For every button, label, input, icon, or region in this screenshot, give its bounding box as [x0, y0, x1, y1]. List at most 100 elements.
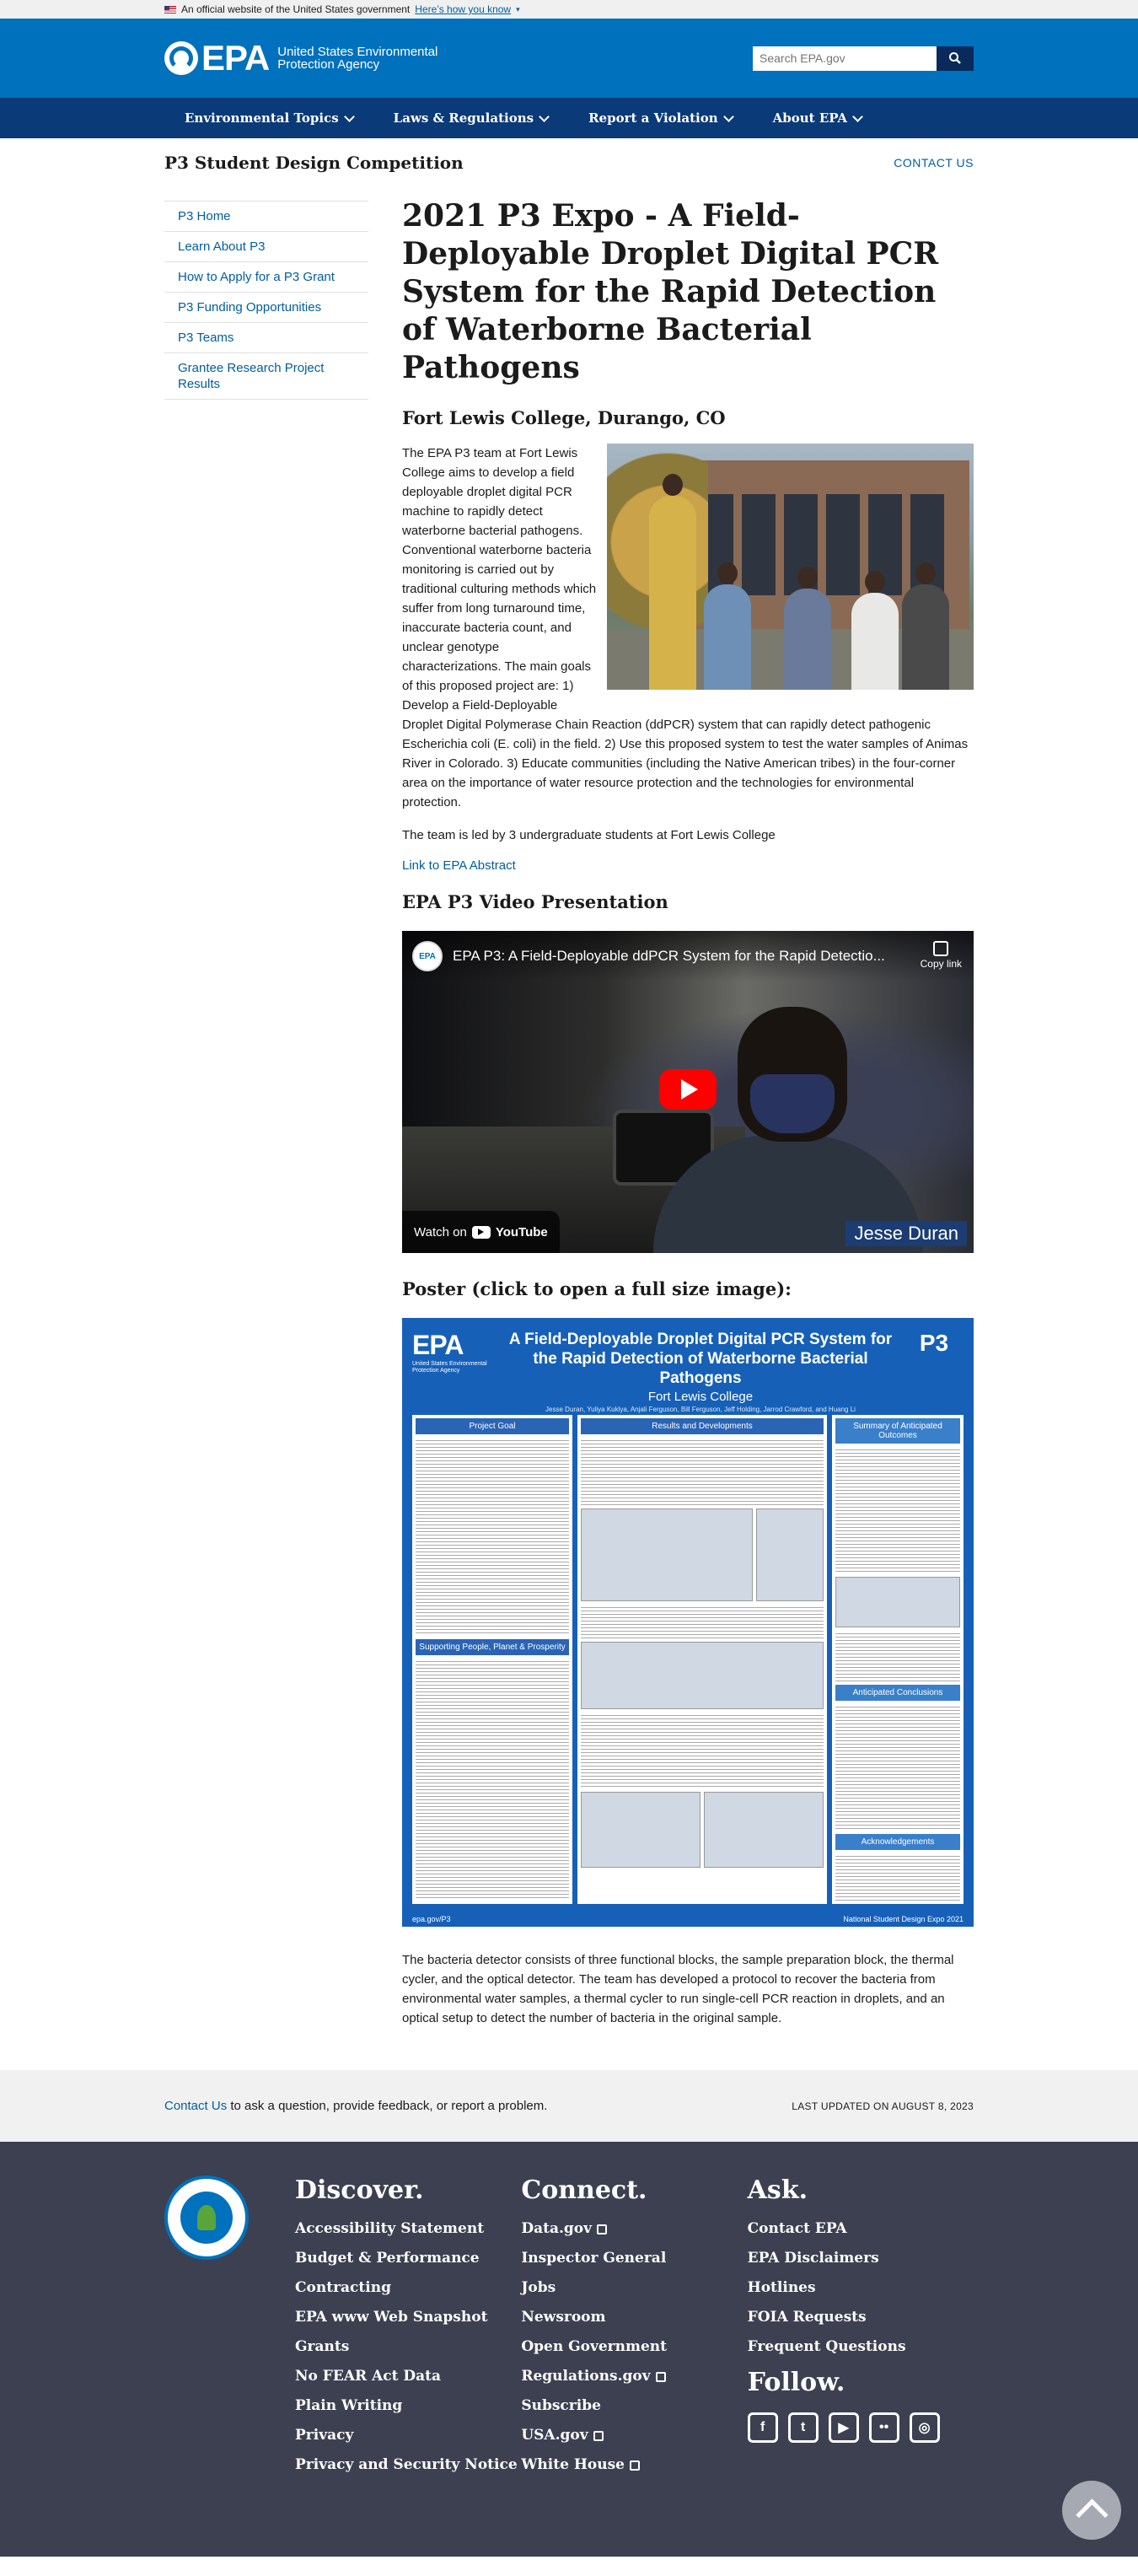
footer-heading-discover: Discover. [295, 2175, 424, 2205]
watch-on-label: Watch on [414, 1224, 467, 1240]
footer-link[interactable]: Privacy [295, 2427, 353, 2444]
nav-item-label: About EPA [772, 110, 848, 126]
poster-section-heading: Summary of Anticipated Outcomes [835, 1418, 960, 1444]
poster-p3-logo: P3 [919, 1330, 949, 1356]
facebook-icon[interactable]: f [747, 2412, 778, 2443]
nav-item-label: Laws & Regulations [393, 110, 534, 126]
external-link-icon [596, 2224, 607, 2235]
footer-link[interactable]: Grants [295, 2338, 349, 2355]
microsite-title: P3 Student Design Competition [164, 153, 464, 173]
channel-avatar[interactable]: EPA [412, 941, 443, 971]
contact-us-link[interactable]: CONTACT US [894, 156, 974, 169]
chevron-down-icon: ▾ [516, 4, 520, 13]
footer-link[interactable]: Accessibility Statement [295, 2220, 484, 2237]
youtube-icon[interactable]: ▶ [828, 2412, 859, 2443]
poster-image-link[interactable]: EPA United States Environmental Protecti… [402, 1318, 974, 1927]
footer-ask: Ask. Contact EPA EPA Disclaimers Hotline… [747, 2175, 974, 2486]
contact-us-footer-link[interactable]: Contact Us [164, 2099, 227, 2113]
college-heading: Fort Lewis College, Durango, CO [402, 407, 726, 428]
official-banner: An official website of the United States… [0, 0, 1138, 19]
site-header: EPA United States Environmental Protecti… [0, 19, 1138, 98]
nav-environmental-topics[interactable]: Environmental Topics [164, 110, 373, 126]
page-title: 2021 P3 Expo - A Field-Deployable Drople… [402, 198, 939, 385]
footer-link[interactable]: Newsroom [521, 2309, 605, 2326]
search-icon [949, 52, 961, 64]
copy-link-button[interactable]: Copy link [921, 941, 962, 970]
epa-flower-icon [164, 41, 198, 75]
sidebar-item-how-to-apply[interactable]: How to Apply for a P3 Grant [164, 262, 368, 292]
video-title[interactable]: EPA P3: A Field-Deployable ddPCR System … [453, 948, 899, 965]
nav-report-violation[interactable]: Report a Violation [568, 110, 753, 126]
us-flag-icon [164, 5, 176, 13]
footer-heading-follow: Follow. [747, 2368, 845, 2397]
youtube-label: YouTube [495, 1224, 548, 1240]
poster-authors: Jesse Duran, Yuliya Kuklya, Anjali Fergu… [545, 1406, 856, 1413]
main-layout: P3 Home Learn About P3 How to Apply for … [164, 187, 974, 2070]
sidebar-item-teams[interactable]: P3 Teams [164, 323, 368, 352]
footer-link[interactable]: Privacy and Security Notice [295, 2456, 518, 2473]
search-input[interactable] [753, 46, 937, 71]
footer-link[interactable]: Inspector General [521, 2250, 666, 2267]
footer-link[interactable]: EPA www Web Snapshot [295, 2309, 487, 2326]
poster-section-heading: Anticipated Conclusions [835, 1685, 960, 1701]
external-link-icon [655, 2371, 666, 2382]
poster-section-heading: Supporting People, Planet & Prosperity [416, 1639, 569, 1655]
main-nav: Environmental Topics Laws & Regulations … [0, 98, 1138, 138]
poster-college: Fort Lewis College [647, 1390, 754, 1404]
footer-link[interactable]: White House [521, 2456, 625, 2473]
footer-link[interactable]: FOIA Requests [748, 2309, 867, 2326]
poster-section-heading: Project Goal [416, 1418, 569, 1434]
nav-item-label: Environmental Topics [185, 110, 339, 126]
footer-link[interactable]: Subscribe [521, 2397, 601, 2414]
watch-on-youtube-button[interactable]: Watch on YouTube [402, 1211, 560, 1253]
official-banner-text: An official website of the United States… [181, 3, 411, 15]
footer-link[interactable]: Contact EPA [748, 2220, 847, 2237]
footer-link[interactable]: EPA Disclaimers [748, 2250, 879, 2267]
team-paragraph: The team is led by 3 undergraduate stude… [402, 828, 776, 842]
nav-laws-regulations[interactable]: Laws & Regulations [373, 110, 568, 126]
chevron-down-icon [852, 110, 863, 122]
epa-logo[interactable]: EPA United States Environmental Protecti… [164, 38, 446, 78]
chevron-down-icon [539, 110, 550, 122]
chevron-down-icon [722, 110, 734, 122]
sidebar-item-p3-home[interactable]: P3 Home [164, 202, 368, 231]
microsite-header: P3 Student Design Competition CONTACT US [164, 138, 974, 187]
youtube-icon [471, 1225, 491, 1239]
external-link-icon [593, 2430, 604, 2441]
footer-link[interactable]: USA.gov [521, 2427, 588, 2444]
heres-how-you-know-link[interactable]: Here’s how you know [415, 3, 511, 15]
site-search [753, 46, 974, 71]
footer-link[interactable]: Jobs [521, 2279, 556, 2296]
nav-about-epa[interactable]: About EPA [753, 110, 882, 126]
search-button[interactable] [937, 46, 974, 71]
instagram-icon[interactable]: ◎ [909, 2412, 940, 2443]
back-to-top-button[interactable] [1062, 2481, 1121, 2540]
epa-abstract-link[interactable]: Link to EPA Abstract [402, 858, 516, 873]
footer-link[interactable]: Open Government [521, 2338, 667, 2355]
flickr-icon[interactable]: •• [868, 2412, 899, 2443]
footer-link[interactable]: Regulations.gov [521, 2368, 650, 2385]
twitter-icon[interactable]: t [787, 2412, 819, 2443]
external-link-icon [629, 2460, 640, 2471]
sidebar-item-funding[interactable]: P3 Funding Opportunities [164, 293, 368, 322]
copy-icon [933, 941, 949, 956]
sidebar-item-learn-about-p3[interactable]: Learn About P3 [164, 232, 368, 261]
last-updated: LAST UPDATED ON AUGUST 8, 2023 [792, 2100, 974, 2112]
video-player[interactable]: EPA EPA P3: A Field-Deployable ddPCR Sys… [402, 931, 974, 1253]
footer-link[interactable]: Hotlines [748, 2279, 816, 2296]
chevron-down-icon [343, 110, 355, 122]
poster-section-heading: Acknowledgements [835, 1834, 960, 1850]
footer-link[interactable]: No FEAR Act Data [295, 2368, 441, 2385]
footer-link[interactable]: Contracting [295, 2279, 391, 2296]
footer-heading-connect: Connect. [521, 2175, 647, 2205]
footer-link[interactable]: Budget & Performance [295, 2250, 480, 2267]
copy-link-label: Copy link [920, 958, 962, 970]
sidebar-item-results[interactable]: Grantee Research Project Results [164, 353, 368, 399]
footer-link[interactable]: Data.gov [521, 2220, 592, 2237]
poster-section-heading: Results and Developments [581, 1418, 824, 1434]
footer-link[interactable]: Plain Writing [295, 2397, 402, 2414]
play-button[interactable] [659, 1069, 717, 1110]
poster-footer-url: epa.gov/P3 [412, 1915, 451, 1923]
footer-link[interactable]: Frequent Questions [748, 2338, 906, 2355]
social-links: f t ▶ •• ◎ [747, 2412, 974, 2443]
